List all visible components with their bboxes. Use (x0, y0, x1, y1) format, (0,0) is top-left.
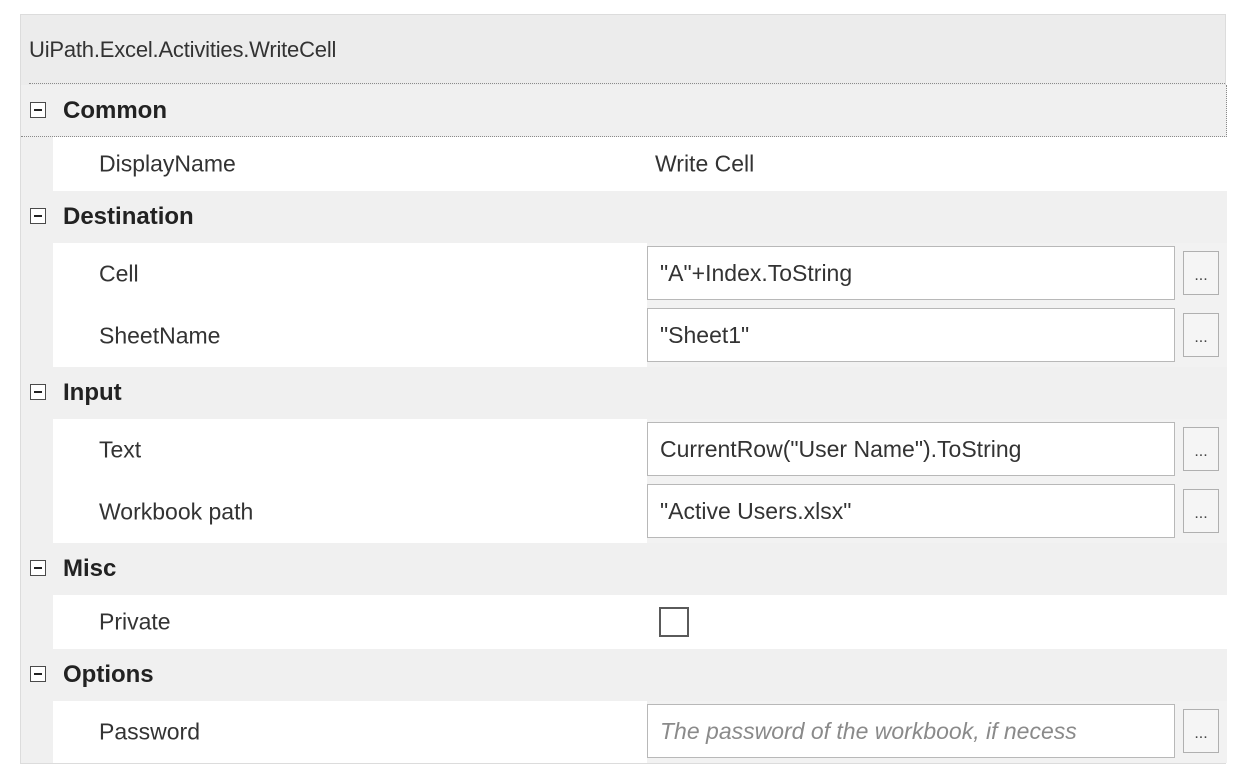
panel-header: UiPath.Excel.Activities.WriteCell (21, 15, 1225, 85)
activity-type-title: UiPath.Excel.Activities.WriteCell (29, 37, 337, 62)
category-input[interactable]: Input (21, 367, 1227, 419)
property-value-cell: The password of the workbook, if necess … (647, 701, 1227, 763)
property-grid: Common DisplayName Write Cell Destinatio… (21, 85, 1227, 763)
header-divider (29, 83, 1225, 84)
category-common[interactable]: Common (21, 85, 1227, 137)
property-row-workbook-path[interactable]: Workbook path "Active Users.xlsx" ... (21, 481, 1227, 543)
category-misc[interactable]: Misc (21, 543, 1227, 595)
property-name-cell: DisplayName (53, 137, 647, 191)
property-row-sheetname[interactable]: SheetName "Sheet1" ... (21, 305, 1227, 367)
workbook-path-expression-button[interactable]: ... (1183, 489, 1219, 533)
collapse-minus-icon[interactable] (30, 208, 46, 224)
property-name-cell: SheetName (53, 305, 647, 367)
category-label: Destination (63, 203, 194, 230)
property-row-text[interactable]: Text CurrentRow("User Name").ToString ..… (21, 419, 1227, 481)
property-name-cell: Workbook path (53, 481, 647, 543)
cell-input[interactable]: "A"+Index.ToString (647, 246, 1175, 300)
category-label: Options (63, 661, 154, 688)
password-input[interactable]: The password of the workbook, if necess (647, 704, 1175, 758)
property-value-cell: "A"+Index.ToString ... (647, 243, 1227, 305)
cell-expression-button[interactable]: ... (1183, 251, 1219, 295)
collapse-minus-icon[interactable] (30, 666, 46, 682)
property-name-cell: Private (53, 595, 647, 649)
sheetname-expression-button[interactable]: ... (1183, 313, 1219, 357)
password-expression-button[interactable]: ... (1183, 709, 1219, 753)
category-destination[interactable]: Destination (21, 191, 1227, 243)
property-row-private[interactable]: Private (21, 595, 1227, 649)
text-expression-button[interactable]: ... (1183, 427, 1219, 471)
collapse-minus-icon[interactable] (30, 560, 46, 576)
category-options[interactable]: Options (21, 649, 1227, 701)
workbook-path-input[interactable]: "Active Users.xlsx" (647, 484, 1175, 538)
collapse-minus-icon[interactable] (30, 384, 46, 400)
property-value-cell: "Sheet1" ... (647, 305, 1227, 367)
collapse-minus-icon[interactable] (30, 102, 46, 118)
text-input[interactable]: CurrentRow("User Name").ToString (647, 422, 1175, 476)
sheetname-input[interactable]: "Sheet1" (647, 308, 1175, 362)
property-value-cell (647, 595, 1227, 649)
property-name: DisplayName (99, 150, 236, 177)
properties-panel: UiPath.Excel.Activities.WriteCell Common… (20, 14, 1227, 764)
property-row-password[interactable]: Password The password of the workbook, i… (21, 701, 1227, 763)
property-name: Password (99, 718, 200, 745)
property-value-cell[interactable]: Write Cell (647, 137, 1227, 191)
property-name: Workbook path (99, 498, 254, 525)
property-name-cell: Password (53, 701, 647, 763)
category-label: Misc (63, 555, 117, 582)
property-row-cell[interactable]: Cell "A"+Index.ToString ... (21, 243, 1227, 305)
property-name-cell: Cell (53, 243, 647, 305)
displayname-value[interactable]: Write Cell (655, 151, 754, 178)
property-row-displayname[interactable]: DisplayName Write Cell (21, 137, 1227, 191)
private-checkbox[interactable] (659, 607, 689, 637)
category-label: Input (63, 379, 122, 406)
property-value-cell: "Active Users.xlsx" ... (647, 481, 1227, 543)
property-name: Text (99, 436, 142, 463)
category-label: Common (63, 97, 167, 124)
property-name: SheetName (99, 322, 221, 349)
property-name: Private (99, 608, 171, 635)
property-name: Cell (99, 260, 139, 287)
property-name-cell: Text (53, 419, 647, 481)
property-value-cell: CurrentRow("User Name").ToString ... (647, 419, 1227, 481)
